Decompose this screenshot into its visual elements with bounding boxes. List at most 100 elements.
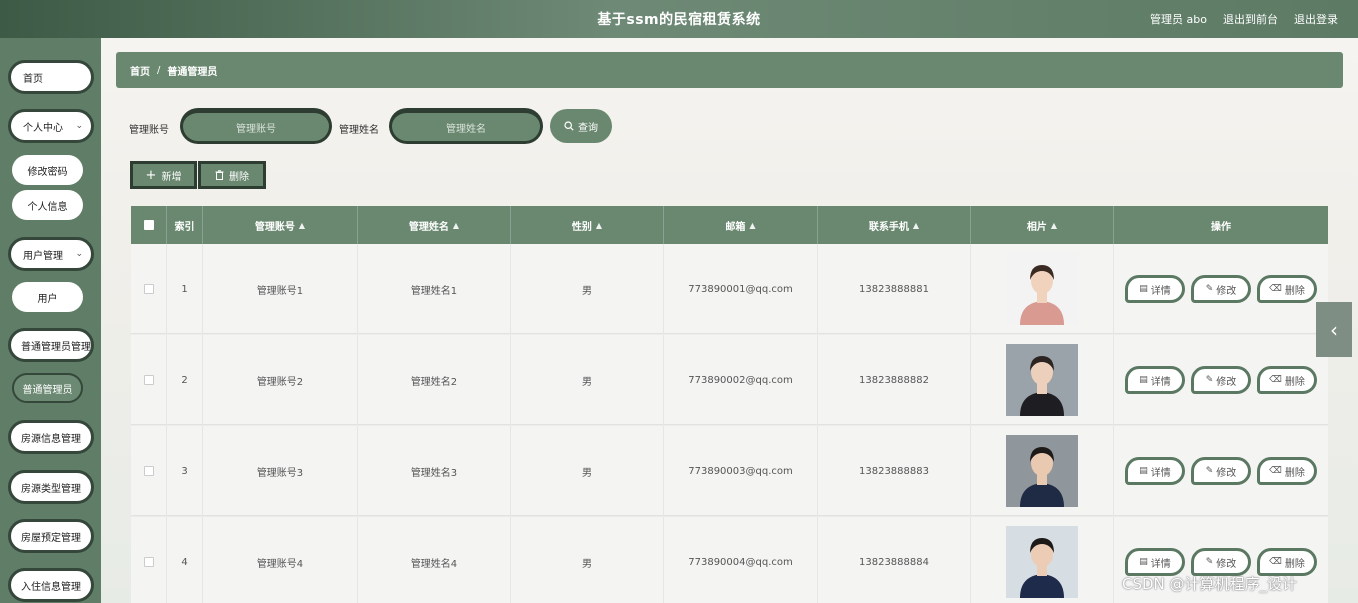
cell-text: 管理账号4: [256, 558, 304, 570]
edit-button[interactable]: ✎ 修改: [1191, 457, 1251, 485]
add-button[interactable]: + 新增: [130, 161, 197, 189]
delete-row-button-label: 删除: [1284, 467, 1305, 479]
sidebar-item-admin-management[interactable]: 普通管理员管理: [8, 328, 94, 362]
sidebar-subitem-change-password[interactable]: 修改密码: [12, 155, 83, 185]
edit-button[interactable]: ✎ 修改: [1191, 275, 1251, 303]
cell-text: 773890002@qq.com: [688, 374, 793, 386]
cell-photo: [971, 426, 1114, 516]
column-header-ops: 操作: [1114, 206, 1328, 244]
cell-text: 773890003@qq.com: [688, 465, 793, 477]
row-checkbox[interactable]: [143, 466, 154, 476]
detail-button[interactable]: ▤ 详情: [1125, 275, 1185, 303]
delete-row-button[interactable]: ⌫ 删除: [1257, 548, 1317, 576]
cell-cb: [131, 517, 167, 603]
chevron-left-icon: ‹: [1330, 317, 1338, 342]
delete-row-button[interactable]: ⌫ 删除: [1257, 275, 1317, 303]
cell-phone: 13823888881: [818, 244, 971, 334]
cell-text: 男: [582, 467, 592, 479]
column-header-label: 管理姓名: [408, 221, 449, 233]
detail-button[interactable]: ▤ 详情: [1125, 457, 1185, 485]
column-header-label: 索引: [174, 221, 195, 233]
edit-button-label: 修改: [1216, 558, 1237, 570]
trash-icon: ⌫: [1269, 466, 1282, 476]
cell-ops: ▤ 详情 ✎ 修改 ⌫ 删除: [1114, 335, 1328, 425]
delete-button[interactable]: 删除: [198, 161, 266, 189]
cell-name: 管理姓名3: [358, 426, 511, 516]
row-checkbox[interactable]: [143, 284, 154, 294]
sidebar-item-label: 房屋预定管理: [21, 532, 81, 544]
cell-photo: [971, 517, 1114, 603]
sidebar-item-label: 普通管理员管理: [21, 341, 91, 353]
add-button-label: 新增: [161, 171, 182, 183]
delete-row-button[interactable]: ⌫ 删除: [1257, 366, 1317, 394]
column-header-photo[interactable]: 相片 ▲︎: [971, 206, 1114, 244]
cell-gender: 男: [511, 426, 664, 516]
sidebar-item-label: 房源信息管理: [21, 433, 81, 445]
cell-text: 管理姓名2: [410, 376, 458, 388]
row-checkbox[interactable]: [143, 557, 154, 567]
sidebar-item-label: 个人信息: [27, 201, 68, 213]
sidebar-item-personal-center[interactable]: 个人中心 ⌄: [8, 109, 94, 143]
edit-button[interactable]: ✎ 修改: [1191, 366, 1251, 394]
edit-button-label: 修改: [1216, 467, 1237, 479]
detail-button[interactable]: ▤ 详情: [1125, 366, 1185, 394]
sidebar: 首页 个人中心 ⌄ 修改密码 个人信息 用户管理 ⌄ 用户 普通管理员管理 普通…: [0, 38, 101, 603]
sidebar-item-house-info[interactable]: 房源信息管理: [8, 420, 94, 454]
avatar: [1006, 344, 1078, 416]
cell-phone: 13823888884: [818, 517, 971, 603]
logout-link[interactable]: 退出登录: [1294, 11, 1338, 27]
column-header-gender[interactable]: 性别 ▲︎: [511, 206, 664, 244]
sidebar-item-user-management[interactable]: 用户管理 ⌄: [8, 237, 94, 271]
sort-icon: ▲︎: [749, 220, 756, 230]
sidebar-item-house-type[interactable]: 房源类型管理: [8, 470, 94, 504]
sidebar-item-checkin[interactable]: 入住信息管理: [8, 568, 94, 602]
main-content: 首页 / 普通管理员 管理账号 管理账号 管理姓名 管理姓名 查询 + 新增 删…: [101, 38, 1358, 603]
cell-index: 2: [167, 335, 203, 425]
breadcrumb-home[interactable]: 首页: [130, 63, 150, 78]
cell-text: 13823888881: [859, 283, 929, 295]
delete-row-button-label: 删除: [1284, 558, 1305, 570]
select-all-cell: [131, 206, 167, 244]
cell-text: 管理账号2: [256, 376, 304, 388]
column-header-email[interactable]: 邮箱 ▲︎: [664, 206, 818, 244]
detail-button-label: 详情: [1150, 558, 1171, 570]
account-search-input[interactable]: 管理账号: [180, 108, 332, 144]
table-row: 2 管理账号2 管理姓名2 男 773890002@qq.com 13823888882 ▤…: [131, 335, 1328, 425]
query-button[interactable]: 查询: [550, 109, 612, 143]
sidebar-item-home[interactable]: 首页: [8, 60, 94, 94]
name-search-input[interactable]: 管理姓名: [389, 108, 543, 144]
sidebar-subitem-user[interactable]: 用户: [12, 282, 83, 312]
sort-icon: ▲︎: [595, 220, 603, 230]
name-search-label: 管理姓名: [339, 125, 379, 136]
select-all-checkbox[interactable]: [143, 220, 154, 230]
column-header-account[interactable]: 管理账号 ▲︎: [203, 206, 358, 244]
edit-button[interactable]: ✎ 修改: [1191, 548, 1251, 576]
column-header-name[interactable]: 管理姓名 ▲︎: [358, 206, 511, 244]
cell-email: 773890001@qq.com: [664, 244, 818, 334]
detail-button-label: 详情: [1150, 285, 1171, 297]
account-search-label: 管理账号: [129, 125, 169, 136]
chevron-down-icon: ⌄: [75, 249, 83, 259]
cell-photo: [971, 244, 1114, 334]
cell-phone: 13823888883: [818, 426, 971, 516]
sidebar-item-booking[interactable]: 房屋预定管理: [8, 519, 94, 553]
pencil-icon: ✎: [1205, 557, 1214, 567]
cell-account: 管理账号1: [203, 244, 358, 334]
column-header-phone[interactable]: 联系手机 ▲︎: [818, 206, 971, 244]
cell-cb: [131, 426, 167, 516]
sidebar-subitem-personal-info[interactable]: 个人信息: [12, 190, 83, 220]
document-icon: ▤: [1139, 375, 1148, 385]
sort-icon: ▲︎: [1050, 220, 1058, 230]
exit-to-front-link[interactable]: 退出到前台: [1223, 11, 1278, 27]
delete-row-button[interactable]: ⌫ 删除: [1257, 457, 1317, 485]
collapse-panel-tab[interactable]: ‹: [1316, 302, 1352, 357]
detail-button[interactable]: ▤ 详情: [1125, 548, 1185, 576]
sidebar-item-label: 普通管理员: [22, 384, 73, 396]
row-checkbox[interactable]: [143, 375, 154, 385]
column-header-label: 性别: [571, 221, 592, 233]
cell-email: 773890004@qq.com: [664, 517, 818, 603]
column-header-label: 邮箱: [725, 221, 746, 233]
sidebar-subitem-admin[interactable]: 普通管理员: [12, 373, 83, 403]
column-header-label: 联系手机: [868, 221, 909, 233]
search-icon: [564, 121, 574, 131]
